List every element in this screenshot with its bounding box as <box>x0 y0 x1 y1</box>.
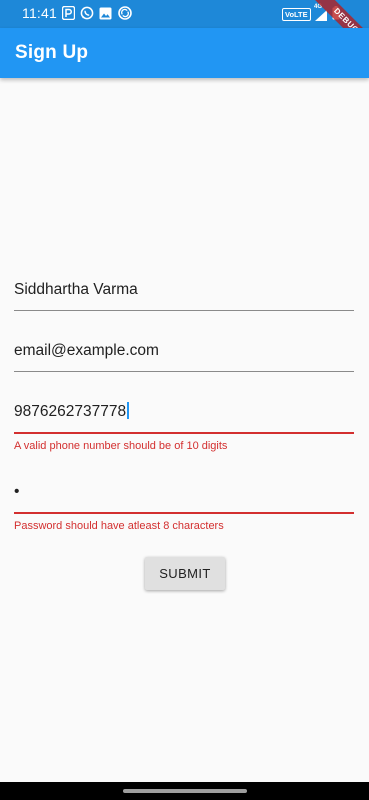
name-field-underline <box>14 310 354 311</box>
status-time: 11:41 <box>22 5 57 21</box>
phone-input-value: 9876262737778 <box>14 403 127 420</box>
password-field-underline <box>14 512 354 514</box>
parking-notification-icon <box>62 6 75 20</box>
email-input-value: email@example.com <box>14 342 159 359</box>
sync-notification-icon <box>118 6 132 20</box>
whatsapp-icon <box>80 6 94 20</box>
phone-error-text: A valid phone number should be of 10 dig… <box>14 440 228 452</box>
email-field[interactable]: email@example.com <box>14 340 354 372</box>
submit-button[interactable]: SUBMIT <box>145 557 225 590</box>
name-input-value: Siddhartha Varma <box>14 281 138 298</box>
app-bar: Sign Up <box>0 28 369 78</box>
password-input-value: • <box>14 483 20 500</box>
sign-up-screen: 11:41 VoLTE 4G DEBUG Sign Up Siddhartha … <box>0 0 369 800</box>
page-title: Sign Up <box>15 42 89 63</box>
phone-field-underline <box>14 432 354 434</box>
name-field[interactable]: Siddhartha Varma <box>14 279 354 311</box>
text-cursor <box>127 402 130 419</box>
password-field[interactable]: • Password should have atleast 8 charact… <box>14 481 354 532</box>
home-gesture-handle[interactable] <box>123 789 247 793</box>
volte-badge: VoLTE <box>282 8 311 21</box>
image-notification-icon <box>99 6 112 20</box>
phone-input-row: 9876262737778 <box>14 401 354 423</box>
phone-field[interactable]: 9876262737778 A valid phone number shoul… <box>14 401 354 452</box>
email-field-underline <box>14 371 354 372</box>
password-error-text: Password should have atleast 8 character… <box>14 520 224 532</box>
status-bar: 11:41 VoLTE 4G DEBUG <box>0 0 369 58</box>
system-navigation-bar <box>0 782 369 800</box>
